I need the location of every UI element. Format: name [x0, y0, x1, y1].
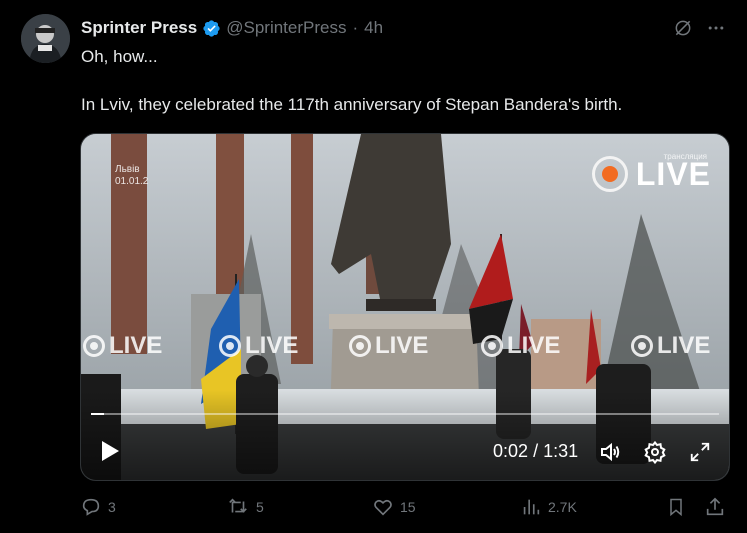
views-button[interactable]: 2.7K [520, 495, 577, 519]
volume-icon [601, 442, 620, 462]
post-header: Sprinter Press @SprinterPress · 4h [81, 16, 383, 40]
live-watermark-icon [481, 335, 503, 357]
reply-button[interactable]: 3 [80, 495, 116, 519]
live-watermark-icon [631, 335, 653, 357]
more-icon[interactable] [705, 17, 727, 39]
duration: 1:31 [543, 441, 579, 461]
avatar-image [21, 14, 70, 63]
live-watermark-icon [83, 335, 105, 357]
grok-icon[interactable] [672, 17, 694, 39]
views-icon [523, 499, 540, 515]
views-count: 2.7K [548, 499, 577, 515]
live-watermark: LIVE [83, 332, 162, 360]
live-watermark: LIVE [349, 332, 428, 360]
repost-icon [229, 498, 247, 513]
time-readout: 0:02 / 1:31 [493, 441, 578, 462]
location-tag: Львів 01.01.2 [115, 164, 148, 188]
time-separator: / [533, 441, 539, 461]
reply-icon [82, 498, 100, 516]
location-tag-line2: 01.01.2 [115, 176, 149, 187]
live-logo-text: LIVE [635, 156, 711, 192]
action-bar: 3 5 15 2.7K [80, 495, 730, 519]
fullscreen-button[interactable] [687, 439, 713, 465]
live-logo: LIVE [591, 156, 711, 192]
controls-overlay [81, 390, 729, 480]
play-icon [102, 441, 119, 461]
live-watermark-text: LIVE [245, 332, 299, 359]
location-tag-line1: Львів [115, 164, 140, 175]
post-text: Oh, how... In Lviv, they celebrated the … [81, 47, 623, 114]
share-icon [706, 497, 724, 516]
like-icon [374, 499, 392, 516]
live-watermark-text: LIVE [507, 332, 561, 359]
post-time[interactable]: 4h [364, 18, 383, 38]
live-watermark: LIVE [631, 332, 710, 360]
like-count: 15 [400, 499, 416, 515]
fullscreen-icon [690, 442, 710, 462]
share-button[interactable] [704, 495, 726, 519]
live-watermark-text: LIVE [657, 332, 711, 359]
progress-bar[interactable] [91, 413, 719, 415]
gear-icon [644, 440, 666, 464]
like-button[interactable]: 15 [372, 495, 416, 519]
repost-count: 5 [256, 499, 264, 515]
verified-badge-icon [202, 19, 221, 38]
bookmark-button[interactable] [666, 495, 686, 519]
progress-fill [91, 413, 104, 415]
volume-button[interactable] [597, 439, 623, 465]
display-name[interactable]: Sprinter Press [81, 18, 197, 38]
repost-button[interactable]: 5 [226, 495, 264, 519]
current-time: 0:02 [493, 441, 529, 461]
video-player[interactable]: Львів 01.01.2 трансляция LIVE LIVE LIVE … [80, 133, 730, 481]
live-watermark: LIVE [481, 332, 560, 360]
live-watermark: LIVE [219, 332, 298, 360]
live-logo-icon [591, 156, 628, 192]
live-watermark-icon [219, 335, 241, 357]
play-button[interactable] [99, 439, 121, 463]
settings-button[interactable] [642, 439, 668, 465]
live-watermark-text: LIVE [375, 332, 429, 359]
separator-dot: · [352, 18, 359, 37]
handle[interactable]: @SprinterPress [226, 18, 346, 38]
live-watermark-icon [349, 335, 371, 357]
bookmark-icon [670, 498, 682, 517]
reply-count: 3 [108, 499, 116, 515]
live-watermark-text: LIVE [109, 332, 163, 359]
avatar[interactable] [21, 14, 70, 63]
